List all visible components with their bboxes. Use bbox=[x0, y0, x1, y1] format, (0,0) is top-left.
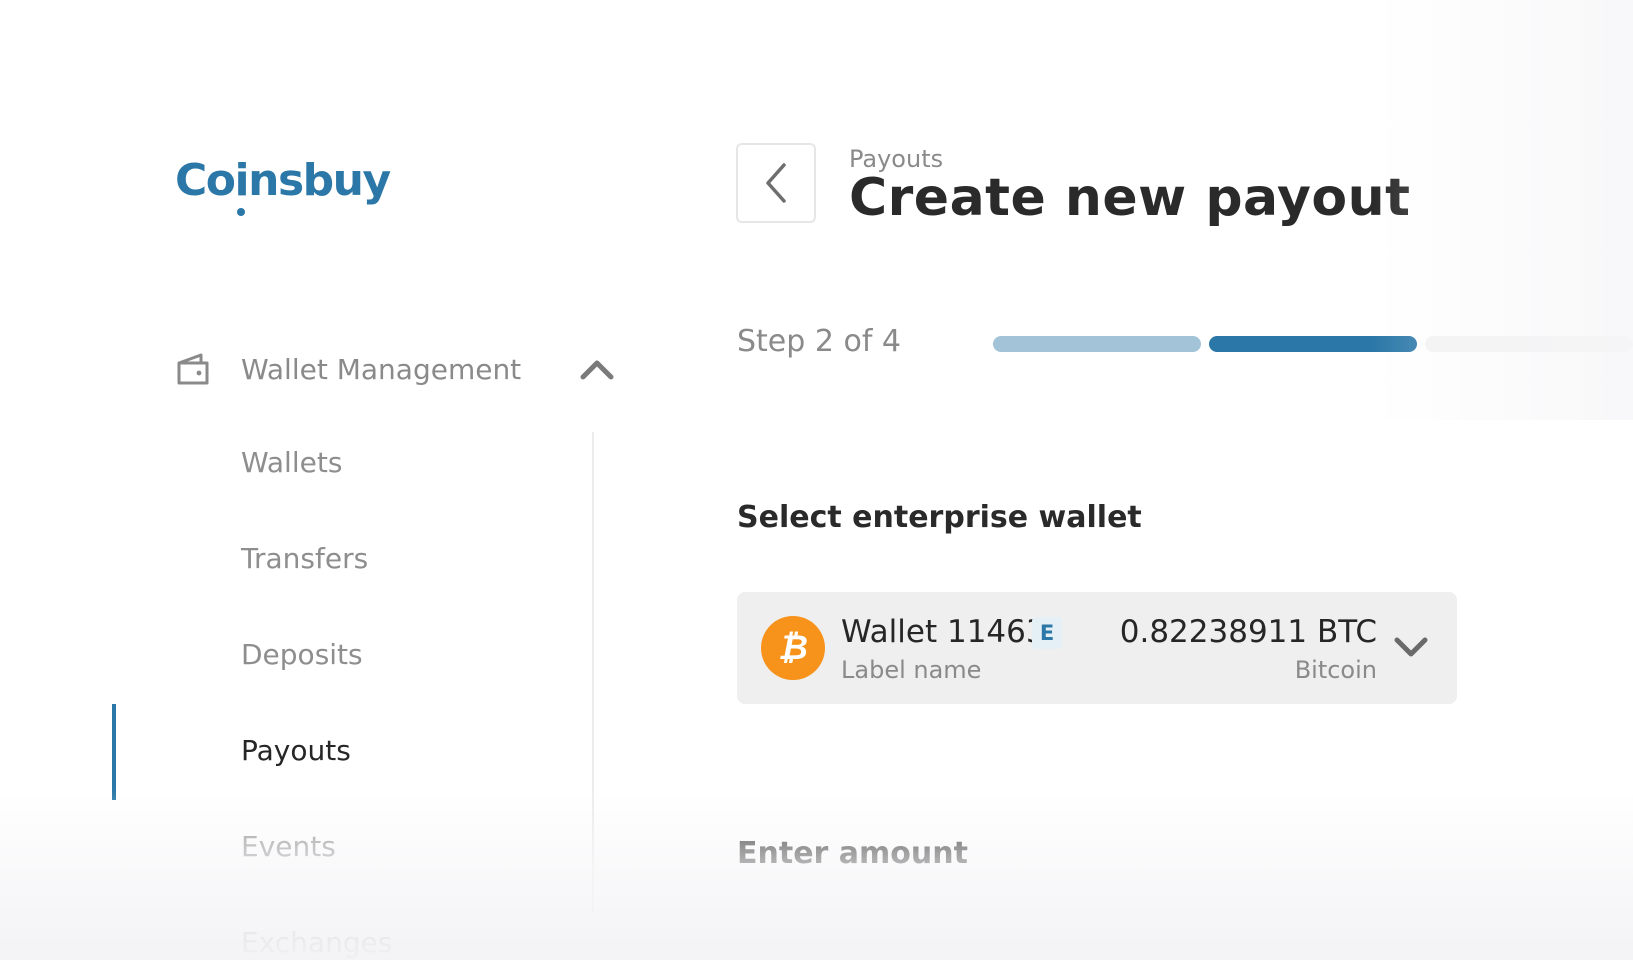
sidebar-item-wallets[interactable]: Wallets bbox=[241, 441, 342, 485]
sidebar-item-payouts[interactable]: Payouts bbox=[241, 729, 351, 773]
sidebar-item-exchanges[interactable]: Exchanges bbox=[241, 921, 392, 960]
wallet-currency: Bitcoin bbox=[1294, 656, 1377, 684]
enterprise-badge: E bbox=[1032, 617, 1062, 649]
enter-amount-label: Enter amount bbox=[737, 836, 968, 871]
sidebar-item-deposits[interactable]: Deposits bbox=[241, 633, 363, 677]
step-segment-3 bbox=[1425, 336, 1633, 352]
chevron-left-icon bbox=[766, 163, 786, 203]
wallet-management-label: Wallet Management bbox=[241, 352, 522, 386]
wallet-management-group[interactable]: Wallet Management bbox=[175, 345, 615, 393]
active-indicator bbox=[112, 704, 116, 800]
page-title: Create new payout bbox=[849, 168, 1411, 228]
enterprise-wallet-select[interactable]: ₿ Wallet 11463 E Label name 0.82238911 B… bbox=[737, 592, 1457, 704]
sidebar-item-transfers[interactable]: Transfers bbox=[241, 537, 368, 581]
step-progress-bar bbox=[993, 336, 1633, 352]
wallet-icon bbox=[177, 353, 209, 385]
wallet-name: Wallet 11463 bbox=[841, 614, 1046, 650]
wallet-balance: 0.82238911 BTC bbox=[1119, 614, 1377, 650]
chevron-up-icon[interactable] bbox=[579, 357, 615, 381]
wallet-label: Label name bbox=[841, 656, 982, 684]
coinsbuy-logo[interactable]: Coi nsbuy bbox=[175, 155, 391, 216]
submenu-divider bbox=[592, 432, 594, 912]
bitcoin-icon: ₿ bbox=[761, 616, 825, 680]
select-wallet-label: Select enterprise wallet bbox=[737, 500, 1142, 535]
step-segment-2 bbox=[1209, 336, 1417, 352]
sidebar-item-events[interactable]: Events bbox=[241, 825, 336, 869]
chevron-down-icon[interactable] bbox=[1393, 634, 1429, 660]
step-segment-1 bbox=[993, 336, 1201, 352]
sidebar: Coi nsbuy Wallet Management Wallets Trans… bbox=[0, 0, 640, 960]
step-indicator: Step 2 of 4 bbox=[737, 324, 902, 359]
back-button[interactable] bbox=[736, 143, 816, 223]
